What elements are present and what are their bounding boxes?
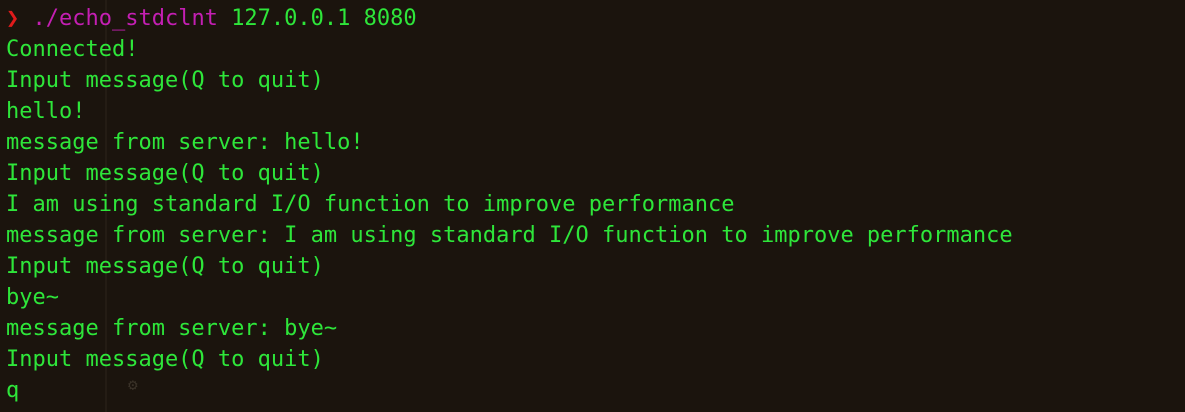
output-line: Input message(Q to quit) [6, 161, 324, 186]
output-line: Input message(Q to quit) [6, 347, 324, 372]
command-args: 127.0.0.1 8080 [231, 6, 417, 31]
command-text: ./echo_stdclnt [32, 6, 218, 31]
gear-icon: ⚙ [128, 375, 138, 394]
typed-input: q [6, 378, 20, 403]
output-line: bye~ [6, 285, 59, 310]
output-line: message from server: hello! [6, 130, 364, 155]
output-line: Input message(Q to quit) [6, 254, 324, 279]
output-line: hello! [6, 99, 86, 124]
output-line: Input message(Q to quit) [6, 68, 324, 93]
output-line: I am using standard I/O function to impr… [6, 192, 735, 217]
output-line: message from server: I am using standard… [6, 223, 1013, 248]
prompt-line: ❯ ./echo_stdclnt 127.0.0.1 8080 [6, 3, 1185, 34]
prompt-arrow-icon: ❯ [6, 6, 20, 31]
terminal-window[interactable]: ❯ ./echo_stdclnt 127.0.0.1 8080 Connecte… [0, 0, 1185, 412]
output-line: message from server: bye~ [6, 316, 338, 341]
input-line[interactable]: q ⚙ [6, 375, 1185, 406]
output-line: Connected! [6, 37, 139, 62]
